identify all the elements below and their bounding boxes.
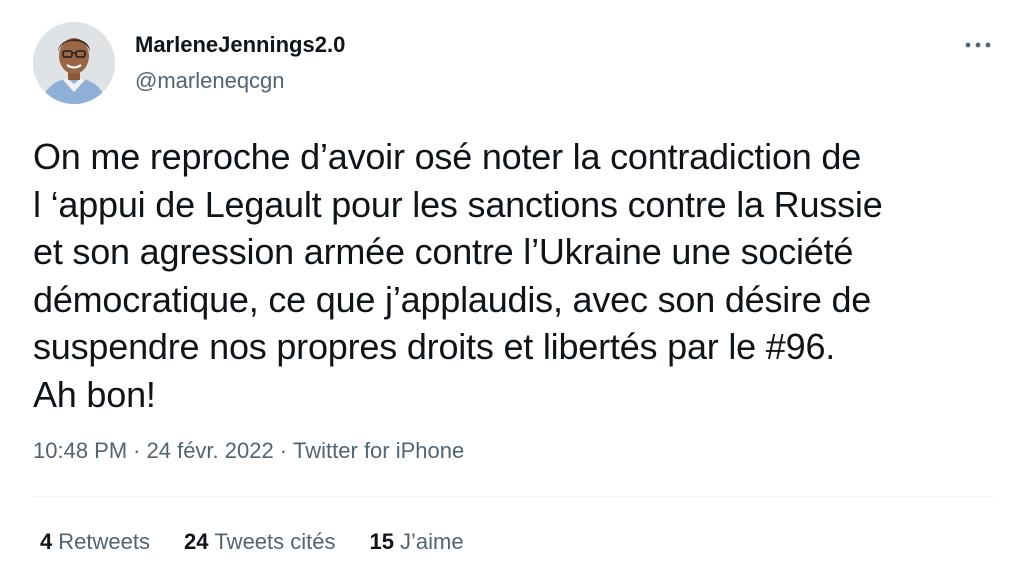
author-display-name[interactable]: MarleneJennings2.0: [135, 31, 345, 59]
avatar-image: [33, 22, 115, 104]
retweets-label: Retweets: [58, 529, 150, 554]
retweets-count: 4: [40, 529, 53, 554]
tweet-date[interactable]: 24 févr. 2022: [147, 438, 274, 463]
more-options-icon[interactable]: [958, 30, 998, 60]
meta-separator: ·: [279, 438, 288, 463]
tweet-source[interactable]: Twitter for iPhone: [293, 438, 464, 463]
quote-tweets-label: Tweets cités: [214, 529, 336, 554]
quote-tweets-count: 24: [183, 529, 209, 554]
tweet-stats: 4 Retweets 24 Tweets cités 15 J’aime: [40, 527, 498, 557]
likes-stat[interactable]: 15 J’aime: [370, 527, 464, 557]
likes-label: J’aime: [399, 529, 464, 554]
divider: [33, 496, 995, 497]
tweet-text: On me reproche d’avoir osé noter la cont…: [33, 136, 883, 415]
tweet-time[interactable]: 10:48 PM: [33, 438, 127, 463]
likes-count: 15: [369, 529, 394, 554]
quote-tweets-stat[interactable]: 24 Tweets cités: [184, 527, 336, 557]
retweets-stat[interactable]: 4 Retweets: [40, 527, 150, 557]
meta-separator: ·: [133, 438, 141, 463]
avatar[interactable]: [33, 22, 115, 104]
tweet-metadata: 10:48 PM · 24 févr. 2022 · Twitter for iPhon…: [33, 436, 464, 466]
tweet-card: MarleneJennings2.0 @marleneqcgn On me re…: [0, 0, 1028, 570]
author-handle[interactable]: @marleneqcgn: [135, 67, 285, 95]
